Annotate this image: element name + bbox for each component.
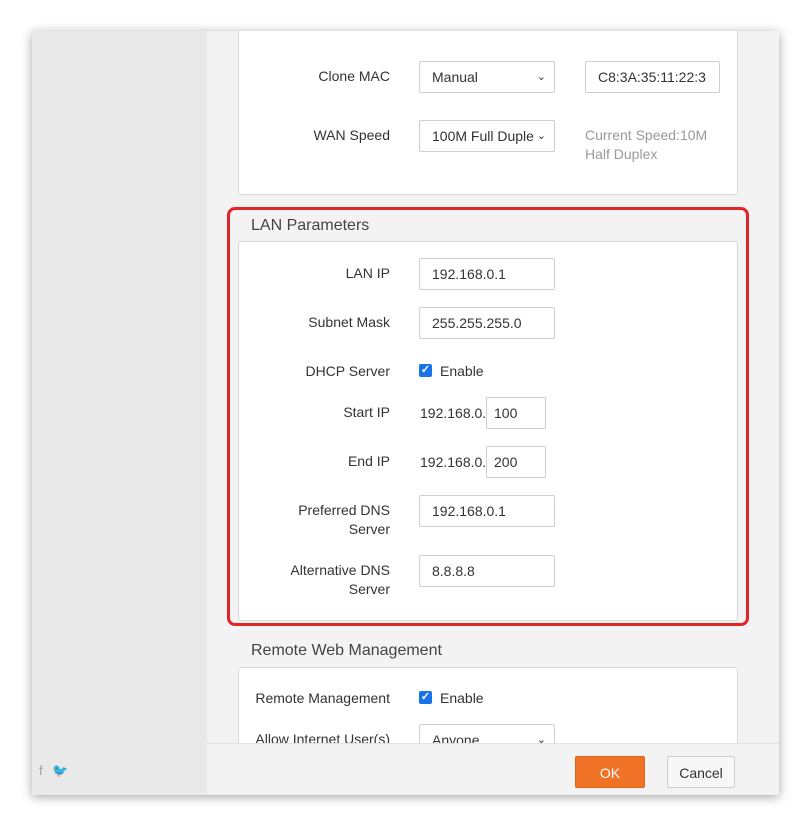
remote-enable-checkbox[interactable]: ✓: [419, 691, 432, 704]
footer-bar: OK Cancel: [207, 743, 779, 795]
remote-enable-label[interactable]: Enable: [440, 690, 484, 706]
current-speed-line1: Current Speed:10M: [585, 127, 708, 143]
twitter-icon[interactable]: 🐦: [52, 763, 68, 778]
clone-mac-label: Clone MAC: [318, 68, 390, 84]
wan-panel: [238, 31, 738, 195]
mac-address-input[interactable]: C8:3A:35:11:22:3: [585, 61, 720, 93]
facebook-icon[interactable]: f: [39, 763, 43, 778]
current-speed-line2: Half Duplex: [585, 146, 658, 162]
wan-speed-select[interactable]: 100M Full Duplex ⌄: [419, 120, 555, 152]
clone-mac-select[interactable]: Manual ⌄: [419, 61, 555, 93]
wan-speed-label: WAN Speed: [313, 127, 390, 143]
chevron-down-icon: ⌄: [536, 71, 546, 83]
social-links: f 🐦: [39, 763, 74, 779]
cancel-button[interactable]: Cancel: [667, 756, 735, 788]
settings-content: Clone MAC Manual ⌄ C8:3A:35:11:22:3 WAN …: [207, 31, 779, 795]
clone-mac-select-value: Manual: [432, 69, 478, 85]
chevron-down-icon: ⌄: [533, 121, 546, 151]
router-settings-window: f 🐦 Clone MAC Manual ⌄ C8:3A:35:11:22:3 …: [32, 31, 779, 795]
wan-speed-select-value: 100M Full Duplex: [432, 128, 541, 144]
sidebar: f 🐦: [32, 31, 207, 795]
ok-button[interactable]: OK: [575, 756, 645, 788]
lan-highlight-box: [227, 207, 749, 626]
remote-management-label: Remote Management: [255, 690, 390, 706]
remote-web-management-title: Remote Web Management: [251, 642, 442, 659]
